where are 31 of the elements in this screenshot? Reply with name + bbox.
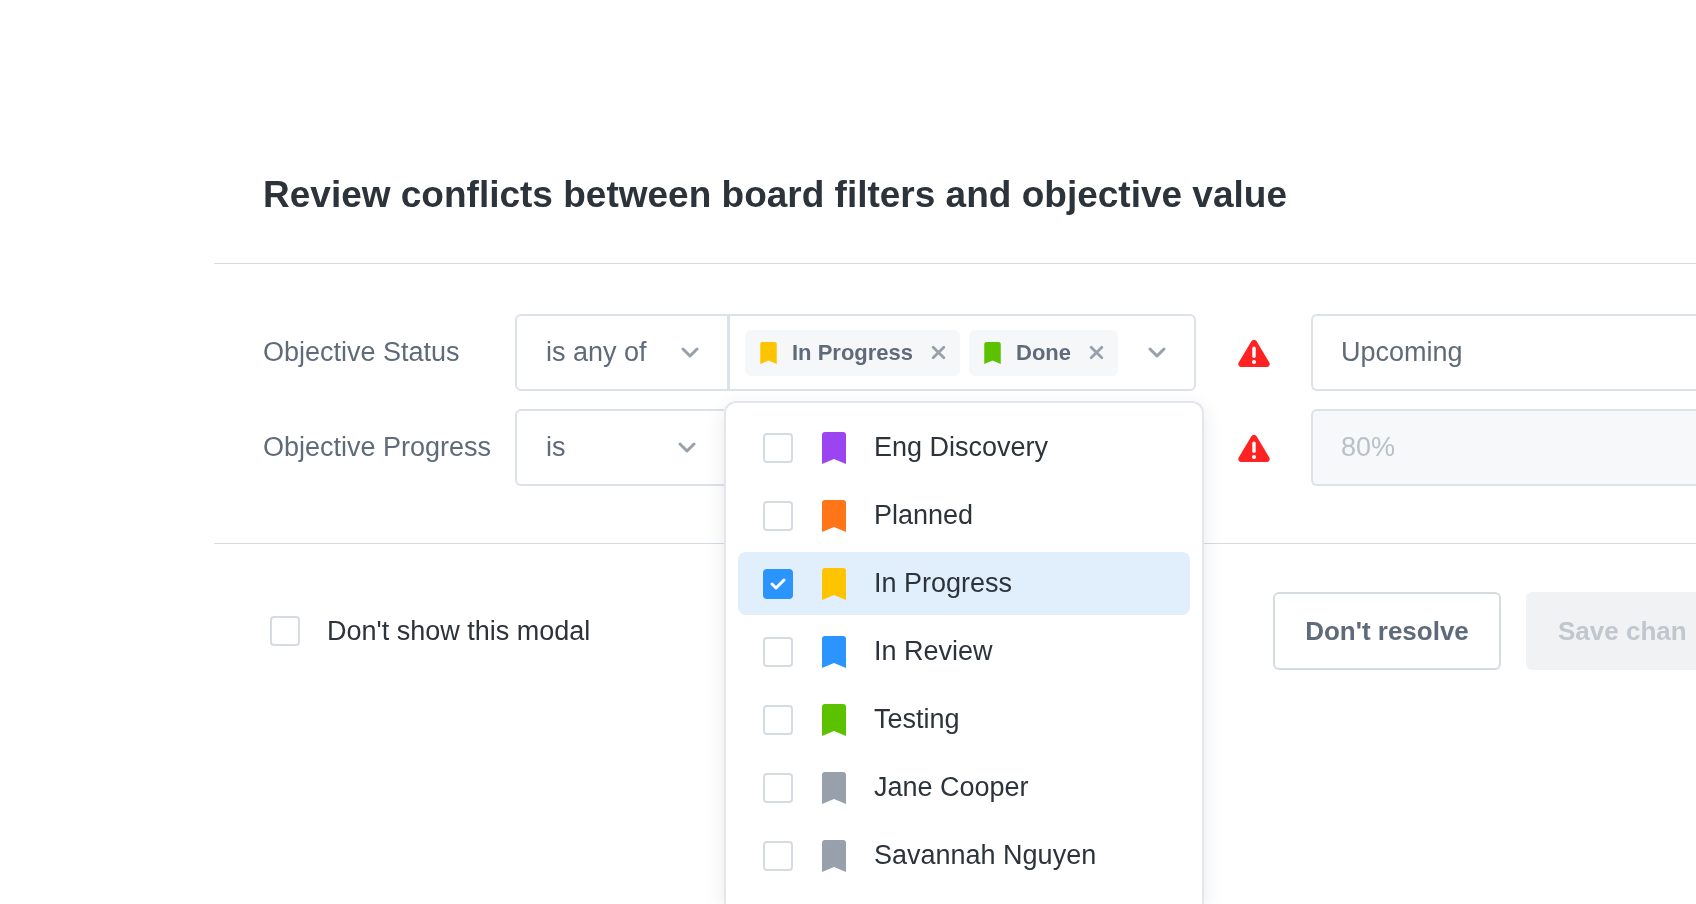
filter-label: Objective Progress [263, 432, 492, 463]
option-label: Testing [874, 704, 960, 735]
value-field[interactable]: Upcoming [1311, 314, 1696, 391]
checkbox[interactable] [763, 568, 793, 599]
option-label: Savannah Nguyen [874, 840, 1097, 871]
option-label: Eng Discovery [874, 432, 1049, 463]
check-icon [770, 577, 786, 590]
chevron-down-icon [681, 347, 699, 358]
chevron-down-icon [1148, 347, 1166, 358]
dropdown-option[interactable]: In Progress [738, 552, 1190, 615]
chip-label: Done [1016, 339, 1072, 366]
remove-icon[interactable] [1089, 345, 1105, 360]
operator-select[interactable]: is any of [515, 314, 729, 391]
remove-icon[interactable] [931, 345, 947, 360]
checkbox-label: Don't show this modal [327, 615, 591, 647]
dont-resolve-button[interactable]: Don't resolve [1273, 592, 1501, 670]
status-multiselect[interactable]: In Progress Done [729, 314, 1196, 391]
filter-label: Objective Status [263, 337, 460, 368]
dropdown-option[interactable]: Planned [738, 484, 1190, 547]
chevron-down-icon [678, 442, 696, 453]
option-label: Jane Cooper [874, 772, 1029, 803]
dropdown-option[interactable]: Eng Discovery [738, 416, 1190, 479]
chip-label: In Progress [792, 339, 914, 366]
dropdown-option[interactable]: Jane Cooper [738, 756, 1190, 819]
modal-title: Review conflicts between board filters and objective value [263, 173, 1287, 217]
dropdown-option[interactable]: Savannah Nguyen [738, 824, 1190, 887]
dropdown-option[interactable]: In Review [738, 620, 1190, 683]
option-label: In Progress [874, 568, 1013, 599]
dropdown-option[interactable]: Testing [738, 688, 1190, 751]
option-label: In Review [874, 636, 993, 667]
option-label: Planned [874, 500, 974, 531]
